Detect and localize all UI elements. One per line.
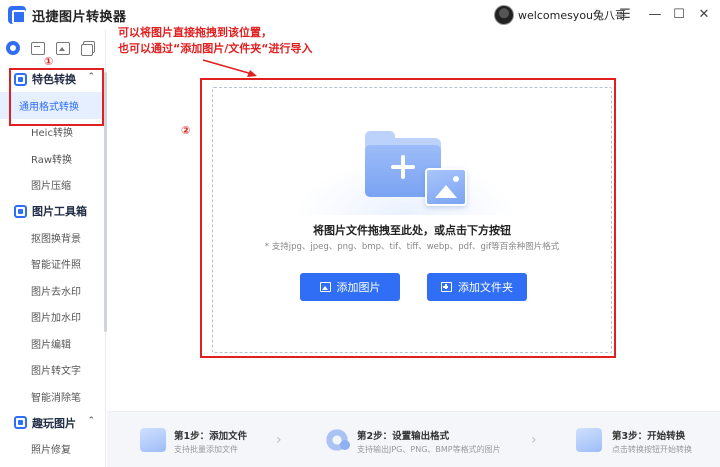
step-3-desc: 点击转换按钮开始转换 [612, 445, 692, 454]
settings-gear-icon [324, 428, 350, 452]
drop-zone-subtitle: * 支持jpg、jpeg、png、bmp、tif、tiff、webp、pdf、g… [264, 242, 560, 252]
add-image-label: 添加图片 [336, 281, 381, 294]
add-folder-button[interactable]: 添加文件夹 [427, 273, 527, 301]
step-3-title: 第3步：开始转换 [612, 431, 686, 442]
add-image-button[interactable]: 添加图片 [300, 273, 400, 301]
drop-zone-title: 将图片文件拖拽至此处，或点击下方按钮 [313, 224, 511, 237]
add-folder-icon [441, 282, 452, 292]
photo-icon [425, 168, 467, 206]
add-folder-label: 添加文件夹 [458, 281, 513, 294]
annotation-highlight-dropzone [200, 78, 616, 358]
plus-icon [391, 155, 415, 179]
step-1-title: 第1步：添加文件 [174, 431, 248, 442]
step-1-desc: 支持批量添加文件 [174, 445, 238, 454]
image-icon [319, 282, 331, 292]
chevron-right-icon: › [531, 432, 537, 448]
convert-step-icon [576, 428, 602, 452]
step-2-title: 第2步：设置输出格式 [357, 431, 450, 442]
annotation-marker-2: ② [181, 124, 191, 137]
chevron-right-icon: › [276, 432, 282, 448]
add-file-step-icon [140, 428, 166, 452]
step-2-desc: 支持输出JPG、PNG、BMP等格式的图片 [357, 445, 501, 454]
